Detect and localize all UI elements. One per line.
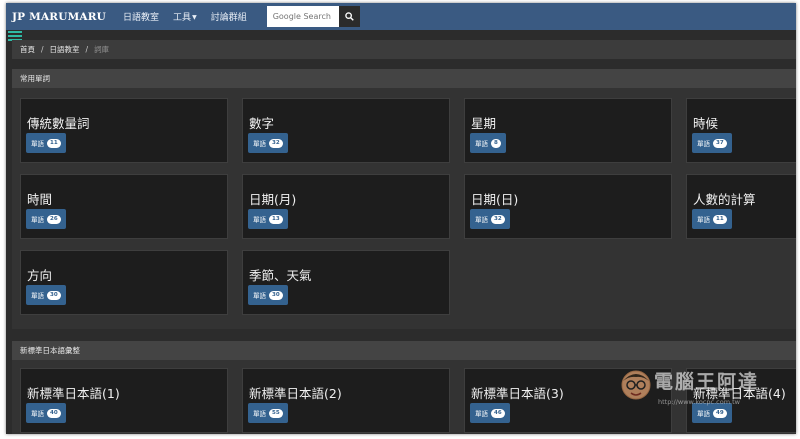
section-header: 新標準日本語彙整 bbox=[12, 341, 796, 360]
count-badge: 26 bbox=[47, 214, 61, 224]
word-list-button[interactable]: 單語 37 bbox=[692, 133, 732, 153]
card-title: 季節、天氣 bbox=[249, 268, 312, 283]
breadcrumb-current: 詞庫 bbox=[94, 45, 110, 54]
button-label: 單語 bbox=[31, 292, 44, 300]
count-badge: 11 bbox=[47, 138, 61, 148]
word-list-button[interactable]: 單語 11 bbox=[26, 133, 66, 153]
card-title: 新標準日本語(2) bbox=[249, 386, 342, 401]
count-badge: 11 bbox=[713, 214, 727, 224]
count-badge: 32 bbox=[269, 138, 283, 148]
button-label: 單語 bbox=[697, 140, 710, 148]
count-badge: 8 bbox=[491, 138, 501, 148]
word-list-button[interactable]: 單語 32 bbox=[470, 209, 510, 229]
button-label: 單語 bbox=[31, 216, 44, 224]
category-card[interactable]: 日期(月) 單語 13 bbox=[242, 174, 450, 239]
watermark-text: 電腦王阿達 bbox=[654, 371, 760, 393]
card-title: 新標準日本語(1) bbox=[27, 386, 120, 401]
category-card[interactable]: 時候 單語 37 bbox=[686, 98, 796, 163]
button-label: 單語 bbox=[475, 216, 488, 224]
category-card[interactable]: 時間 單語 26 bbox=[20, 174, 228, 239]
breadcrumb: 首頁 / 日語教室 / 詞庫 bbox=[12, 40, 796, 59]
word-list-button[interactable]: 單語 46 bbox=[470, 403, 510, 423]
button-label: 單語 bbox=[475, 140, 488, 148]
word-list-button[interactable]: 單語 8 bbox=[470, 133, 506, 153]
card-title: 時候 bbox=[693, 116, 719, 131]
word-list-button[interactable]: 單語 55 bbox=[248, 403, 288, 423]
page-frame: JP MARUMARU 日語教室 工具▼ 討論群組 首頁 / 日語教室 / 詞庫… bbox=[6, 3, 796, 434]
search-button[interactable] bbox=[338, 6, 360, 27]
section-header: 常用單詞 bbox=[12, 69, 796, 88]
card-title: 人數的計算 bbox=[693, 192, 756, 207]
button-label: 單語 bbox=[475, 410, 488, 418]
mascot-icon bbox=[621, 370, 651, 400]
section-common-words: 常用單詞 傳統數量詞 單語 11 數字 單語 32 星期 單語 8 時候 單語 37 時… bbox=[12, 69, 796, 329]
top-navbar: JP MARUMARU 日語教室 工具▼ 討論群組 bbox=[6, 3, 796, 30]
word-list-button[interactable]: 單語 32 bbox=[248, 133, 288, 153]
word-list-button[interactable]: 單語 30 bbox=[248, 285, 288, 305]
breadcrumb-separator: / bbox=[85, 45, 89, 54]
category-card[interactable]: 星期 單語 8 bbox=[464, 98, 672, 163]
word-list-button[interactable]: 單語 30 bbox=[26, 285, 66, 305]
button-label: 單語 bbox=[253, 410, 266, 418]
nav-link-classroom[interactable]: 日語教室 bbox=[123, 10, 159, 23]
word-list-button[interactable]: 單語 13 bbox=[248, 209, 288, 229]
button-label: 單語 bbox=[697, 216, 710, 224]
watermark: 電腦王阿達 http://www.kocpc.com.tw bbox=[618, 365, 786, 413]
count-badge: 40 bbox=[47, 408, 61, 418]
button-label: 單語 bbox=[31, 410, 44, 418]
count-badge: 55 bbox=[269, 408, 283, 418]
count-badge: 30 bbox=[47, 290, 61, 300]
button-label: 單語 bbox=[253, 292, 266, 300]
card-title: 數字 bbox=[249, 116, 275, 131]
category-card[interactable]: 新標準日本語(2) 單語 55 bbox=[242, 368, 450, 433]
category-card[interactable]: 季節、天氣 單語 30 bbox=[242, 250, 450, 315]
brand-logo[interactable]: JP MARUMARU bbox=[12, 11, 106, 23]
button-label: 單語 bbox=[253, 140, 266, 148]
search-icon bbox=[344, 12, 354, 21]
category-card[interactable]: 日期(日) 單語 32 bbox=[464, 174, 672, 239]
card-title: 星期 bbox=[471, 116, 497, 131]
breadcrumb-home[interactable]: 首頁 bbox=[20, 44, 35, 55]
nav-link-tools[interactable]: 工具▼ bbox=[173, 10, 197, 23]
card-title: 日期(月) bbox=[249, 192, 297, 207]
watermark-url: http://www.kocpc.com.tw bbox=[658, 398, 740, 406]
card-title: 傳統數量詞 bbox=[27, 116, 90, 131]
card-title: 時間 bbox=[27, 192, 53, 207]
word-list-button[interactable]: 單語 26 bbox=[26, 209, 66, 229]
card-title: 日期(日) bbox=[471, 192, 519, 207]
category-card[interactable]: 新標準日本語(1) 單語 40 bbox=[20, 368, 228, 433]
category-card[interactable]: 方向 單語 30 bbox=[20, 250, 228, 315]
breadcrumb-classroom[interactable]: 日語教室 bbox=[50, 44, 80, 55]
button-label: 單語 bbox=[253, 216, 266, 224]
nav-link-tools-label: 工具 bbox=[173, 13, 192, 23]
count-badge: 30 bbox=[269, 290, 283, 300]
card-title: 方向 bbox=[27, 268, 53, 283]
category-card[interactable]: 傳統數量詞 單語 11 bbox=[20, 98, 228, 163]
breadcrumb-separator: / bbox=[41, 45, 44, 54]
count-badge: 32 bbox=[491, 214, 505, 224]
count-badge: 37 bbox=[713, 138, 727, 148]
card-title: 新標準日本語(3) bbox=[471, 386, 564, 401]
category-card[interactable]: 數字 單語 32 bbox=[242, 98, 450, 163]
word-list-button[interactable]: 單語 11 bbox=[692, 209, 732, 229]
count-badge: 46 bbox=[491, 408, 505, 418]
count-badge: 13 bbox=[269, 214, 283, 224]
caret-down-icon: ▼ bbox=[192, 14, 197, 21]
word-list-button[interactable]: 單語 40 bbox=[26, 403, 66, 423]
button-label: 單語 bbox=[31, 140, 44, 148]
category-card[interactable]: 人數的計算 單語 11 bbox=[686, 174, 796, 239]
nav-link-discussion[interactable]: 討論群組 bbox=[211, 10, 247, 23]
search-input[interactable] bbox=[266, 6, 339, 27]
